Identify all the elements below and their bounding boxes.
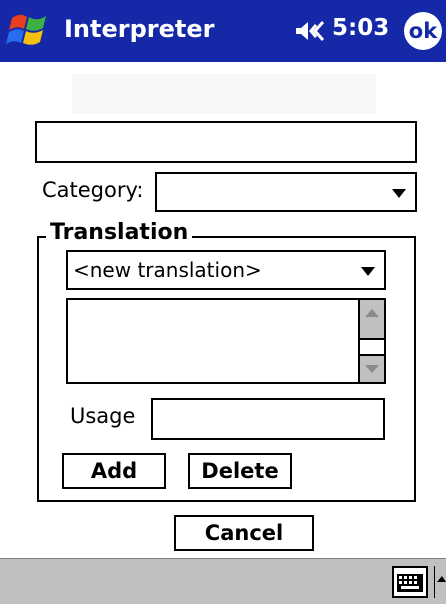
scroll-up-icon[interactable] [360,300,384,328]
keyboard-icon[interactable] [392,566,428,598]
add-button[interactable]: Add [62,453,166,489]
delete-button[interactable]: Delete [188,453,292,489]
category-select[interactable] [155,172,417,212]
category-label: Category: [42,178,144,202]
translation-group-label: Translation [46,220,193,245]
scroll-down-icon[interactable] [360,354,384,382]
usage-label: Usage [70,404,136,428]
translation-select-value: <new translation> [73,258,262,282]
translation-textarea[interactable] [66,298,386,384]
header-area [72,74,376,114]
scrollbar[interactable] [358,300,384,382]
menu-bar [0,558,446,604]
app-title: Interpreter [64,15,215,43]
translation-select[interactable]: <new translation> [66,250,386,290]
ok-button[interactable]: ok [404,12,442,50]
clock[interactable]: 5:03 [332,15,389,41]
windows-start-icon[interactable] [6,10,50,52]
usage-input[interactable] [151,398,385,440]
chevron-down-icon [361,267,375,276]
term-input[interactable] [35,121,417,163]
chevron-down-icon [392,189,406,198]
speaker-icon[interactable] [294,19,328,43]
cancel-button[interactable]: Cancel [174,515,314,551]
chevron-up-icon[interactable] [434,566,446,598]
